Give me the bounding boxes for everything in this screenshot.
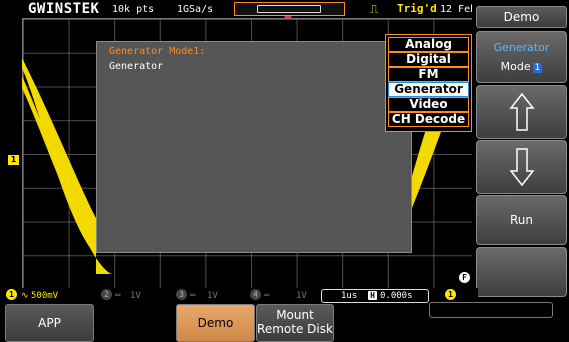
- empty-softkey[interactable]: [476, 247, 567, 297]
- ch1-icon[interactable]: 1: [6, 289, 17, 300]
- menu-item-video[interactable]: Video: [388, 97, 469, 112]
- horizontal-position: 0.000s: [380, 291, 413, 301]
- ch4-coupling-icon: ═: [264, 291, 270, 301]
- ch1-ground-marker: 1: [8, 155, 19, 165]
- brand-logo: GWINSTEK: [28, 1, 100, 17]
- demo-info-dialog: Generator Mode1: Generator: [96, 41, 412, 253]
- sample-rate: 1GSa/s: [177, 4, 214, 15]
- menu-item-analog[interactable]: Analog: [388, 37, 469, 52]
- scroll-up-button[interactable]: [476, 85, 567, 139]
- scroll-down-button[interactable]: [476, 140, 567, 194]
- ch3-icon[interactable]: 3: [176, 289, 187, 300]
- side-menu-panel: Demo Generator Mode 1 Run: [472, 0, 569, 297]
- menu-item-generator[interactable]: Generator: [388, 82, 469, 97]
- channel-status-bar: 1 ∿ 500mV 2 ═ 1V 3 ═ 1V 4 ═ 1V 1us H 0.0…: [0, 272, 478, 304]
- function-indicator: F: [459, 272, 470, 283]
- trigger-edge-icon: ⎍: [370, 2, 379, 16]
- trigger-source-icon: 1: [445, 289, 456, 300]
- mount-remote-disk-button[interactable]: Mount Remote Disk: [256, 304, 334, 342]
- mode-menu: Analog Digital FM Generator Video CH Dec…: [385, 34, 472, 132]
- top-info-bar: GWINSTEK 10k pts 1GSa/s ⎍ Trig'd 12 Feb: [0, 0, 478, 18]
- trigger-status: Trig'd: [397, 2, 437, 15]
- dialog-body: Generator: [109, 61, 164, 72]
- record-length: 10k pts: [112, 4, 155, 15]
- ch2-coupling-icon: ═: [115, 291, 121, 301]
- mode-number-badge: 1: [532, 63, 543, 73]
- ch3-scale: 1V: [207, 291, 218, 301]
- generator-mode-button[interactable]: Generator Mode 1: [476, 31, 567, 83]
- mode-label: Mode 1: [500, 60, 543, 73]
- ch4-scale: 1V: [296, 291, 307, 301]
- menu-item-digital[interactable]: Digital: [388, 52, 469, 67]
- timebase-value: 1us: [341, 291, 358, 301]
- dialog-title: Generator Mode1:: [109, 46, 206, 57]
- run-button[interactable]: Run: [476, 195, 567, 245]
- horizontal-position-icon: H: [368, 291, 377, 300]
- menu-item-ch-decode[interactable]: CH Decode: [388, 112, 469, 127]
- ch2-icon[interactable]: 2: [101, 289, 112, 300]
- ch1-coupling-icon: ∿: [21, 291, 29, 301]
- mount-label: Mount: [276, 308, 314, 322]
- generator-label: Generator: [493, 41, 550, 54]
- memory-bar: [234, 2, 345, 16]
- remote-disk-label: Remote Disk: [257, 322, 333, 336]
- demo-button[interactable]: Demo: [176, 304, 255, 342]
- bottom-menu: APP Demo Mount Remote Disk: [0, 302, 569, 342]
- app-button[interactable]: APP: [5, 304, 94, 342]
- blank-softkey[interactable]: [429, 302, 553, 318]
- ch3-coupling-icon: ═: [190, 291, 196, 301]
- arrow-up-icon: [508, 92, 535, 131]
- arrow-down-icon: [508, 148, 535, 187]
- ch4-icon[interactable]: 4: [250, 289, 261, 300]
- ch2-scale: 1V: [130, 291, 141, 301]
- date-display: 12 Feb: [440, 4, 477, 15]
- ch1-scale: 500mV: [31, 291, 59, 301]
- side-menu-title: Demo: [476, 6, 567, 28]
- menu-item-fm[interactable]: FM: [388, 67, 469, 82]
